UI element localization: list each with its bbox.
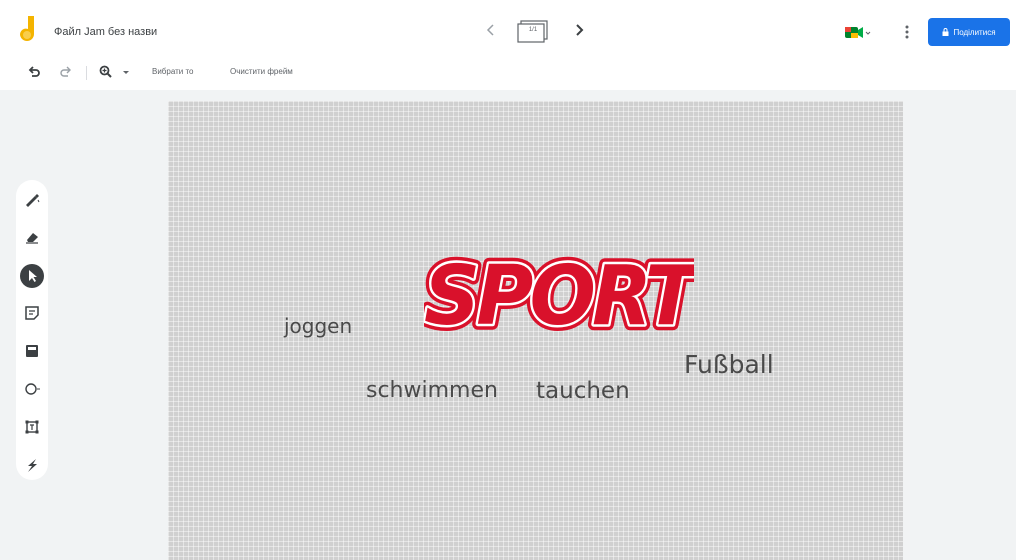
sticky-note-icon[interactable] <box>23 304 41 322</box>
meet-icon[interactable] <box>842 22 872 42</box>
sport-logo-text: SPORT <box>424 248 694 334</box>
image-icon[interactable] <box>23 342 41 360</box>
side-toolbar <box>16 180 48 480</box>
file-title[interactable]: Файл Jam без назви <box>54 26 157 38</box>
clear-frame-button[interactable]: Очистити фрейм <box>230 67 293 76</box>
shape-icon[interactable] <box>23 380 41 398</box>
more-options-icon[interactable] <box>900 22 914 42</box>
jamboard-logo[interactable] <box>20 16 40 44</box>
eraser-icon[interactable] <box>23 228 41 246</box>
frame-number: 1/1 <box>528 27 538 33</box>
next-frame-icon[interactable] <box>572 20 586 40</box>
toolbar: Вибрати то Очистити фрейм <box>0 56 1016 90</box>
select-all-button[interactable]: Вибрати то <box>152 67 194 76</box>
word-schwimmen[interactable]: schwimmen <box>366 378 498 403</box>
word-tauchen[interactable]: tauchen <box>536 378 630 404</box>
select-icon[interactable] <box>20 264 44 288</box>
toolbar-divider <box>86 66 87 80</box>
word-fussball[interactable]: Fußball <box>684 350 774 379</box>
redo-icon[interactable] <box>58 64 74 80</box>
pen-icon[interactable] <box>23 190 41 208</box>
top-bar: Файл Jam без назви 1/1 Поділитися <box>0 0 1016 56</box>
laser-icon[interactable] <box>23 456 41 474</box>
share-button[interactable]: Поділитися <box>928 18 1010 46</box>
undo-icon[interactable] <box>26 64 42 80</box>
zoom-dropdown-icon[interactable] <box>120 64 132 80</box>
previous-frame-icon[interactable] <box>484 20 498 40</box>
text-box-icon[interactable] <box>23 418 41 436</box>
sport-logo[interactable]: SPORT SPORT SPORT <box>424 248 694 334</box>
word-joggen[interactable]: joggen <box>284 314 352 338</box>
zoom-icon[interactable] <box>98 64 114 80</box>
lock-icon <box>942 28 949 36</box>
share-label: Поділитися <box>953 27 996 37</box>
